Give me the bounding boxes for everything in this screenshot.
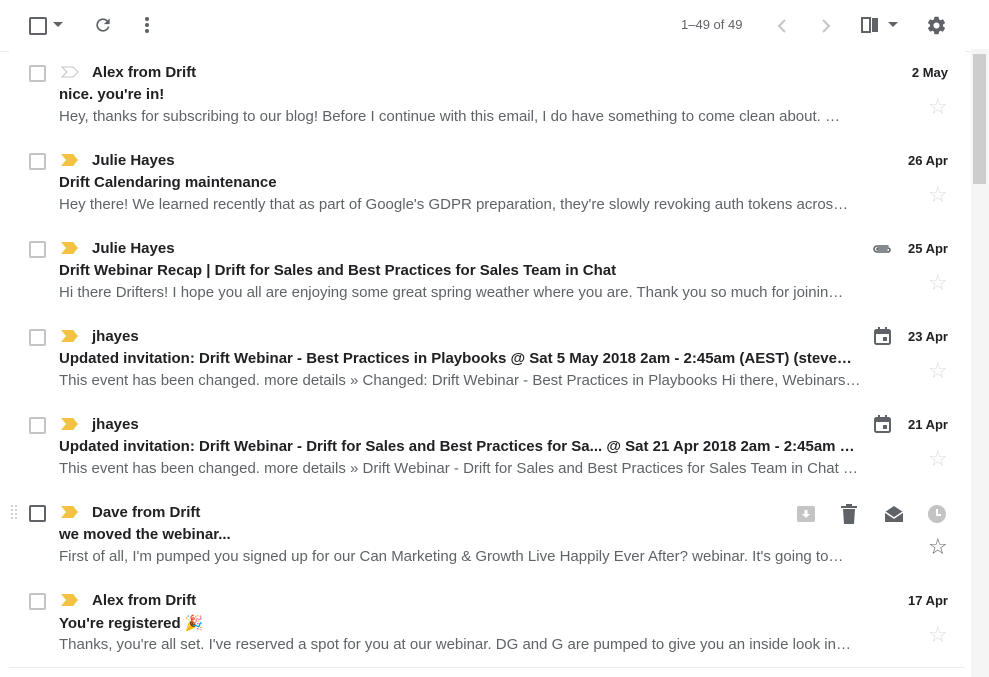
email-sender: Julie Hayes [92,152,175,169]
scrollbar-thumb[interactable] [973,54,986,184]
email-date: 21 Apr [908,417,948,432]
paperclip-icon [873,245,891,253]
email-snippet: Hi there Drifters! I hope you all are en… [59,284,844,301]
email-row[interactable]: Alex from Drift nice. you're in! Hey, th… [9,51,965,140]
important-marker-icon[interactable] [61,330,79,342]
email-date: 26 Apr [908,153,948,168]
toolbar: 1–49 of 49 [0,0,975,52]
email-sender: Julie Hayes [92,240,175,257]
email-subject: nice. you're in! [59,86,165,103]
star-icon[interactable]: ☆ [928,448,948,470]
calendar-icon [874,327,891,345]
email-snippet: First of all, I'm pumped you signed up f… [59,548,844,565]
star-icon[interactable]: ☆ [928,272,948,294]
important-marker-icon[interactable] [61,418,79,430]
drag-handle-icon[interactable] [11,505,17,523]
email-subject: we moved the webinar... [59,526,231,543]
important-marker-icon[interactable] [61,506,79,518]
row-checkbox[interactable] [29,65,46,82]
more-vert-icon[interactable] [143,15,151,35]
email-row[interactable]: Julie Hayes Drift Webinar Recap | Drift … [9,227,965,316]
snooze-icon[interactable] [927,504,947,524]
chevron-right-icon[interactable] [821,18,831,34]
email-subject: Updated invitation: Drift Webinar - Best… [59,350,852,367]
email-row[interactable]: Julie Hayes Drift Calendaring maintenanc… [9,139,965,228]
star-icon[interactable]: ☆ [928,536,948,558]
email-subject: Updated invitation: Drift Webinar - Drif… [59,438,855,455]
email-sender: Alex from Drift [92,592,197,609]
email-sender: Dave from Drift [92,504,201,521]
trash-icon[interactable] [841,504,857,524]
calendar-icon [874,415,891,433]
email-snippet: Hey there! We learned recently that as p… [59,196,849,213]
row-checkbox[interactable] [29,505,46,522]
star-icon[interactable]: ☆ [928,184,948,206]
email-snippet: Hey, thanks for subscribing to our blog!… [59,108,840,125]
select-all-checkbox[interactable] [29,17,47,35]
split-pane-icon[interactable] [860,16,900,34]
email-row[interactable]: jhayes Updated invitation: Drift Webinar… [9,403,965,492]
email-subject: Drift Webinar Recap | Drift for Sales an… [59,262,617,279]
email-row[interactable]: Alex from Drift You're registered 🎉 Than… [9,579,965,668]
archive-icon[interactable] [796,505,816,523]
row-checkbox[interactable] [29,417,46,434]
important-marker-icon[interactable] [61,594,79,606]
mark-read-icon[interactable] [884,504,904,524]
email-subject: Drift Calendaring maintenance [59,174,277,191]
chevron-left-icon[interactable] [777,18,787,34]
refresh-icon[interactable] [93,15,113,35]
email-row[interactable]: jhayes Updated invitation: Drift Webinar… [9,315,965,404]
email-date: 17 Apr [908,593,948,608]
email-date: 2 May [911,65,948,80]
email-snippet: This event has been changed. more detail… [59,372,861,389]
caret-down-icon[interactable] [53,22,63,28]
email-row-hovered[interactable]: Dave from Drift we moved the webinar... … [9,491,965,580]
pager-count: 1–49 of 49 [681,17,743,32]
row-checkbox[interactable] [29,329,46,346]
gear-icon[interactable] [926,15,947,36]
email-sender: Alex from Drift [92,64,197,81]
star-icon[interactable]: ☆ [928,96,948,118]
email-snippet: This event has been changed. more detail… [59,460,858,477]
important-marker-icon[interactable] [61,242,79,254]
email-sender: jhayes [92,416,139,433]
email-date: 25 Apr [908,241,948,256]
row-checkbox[interactable] [29,593,46,610]
email-snippet: Thanks, you're all set. I've reserved a … [59,636,851,653]
important-marker-icon[interactable] [61,154,79,166]
email-date: 23 Apr [908,329,948,344]
email-subject: You're registered 🎉 [59,615,204,632]
important-marker-icon[interactable] [61,66,79,78]
row-checkbox[interactable] [29,241,46,258]
email-sender: jhayes [92,328,139,345]
star-icon[interactable]: ☆ [928,360,948,382]
row-checkbox[interactable] [29,153,46,170]
star-icon[interactable]: ☆ [928,624,948,646]
